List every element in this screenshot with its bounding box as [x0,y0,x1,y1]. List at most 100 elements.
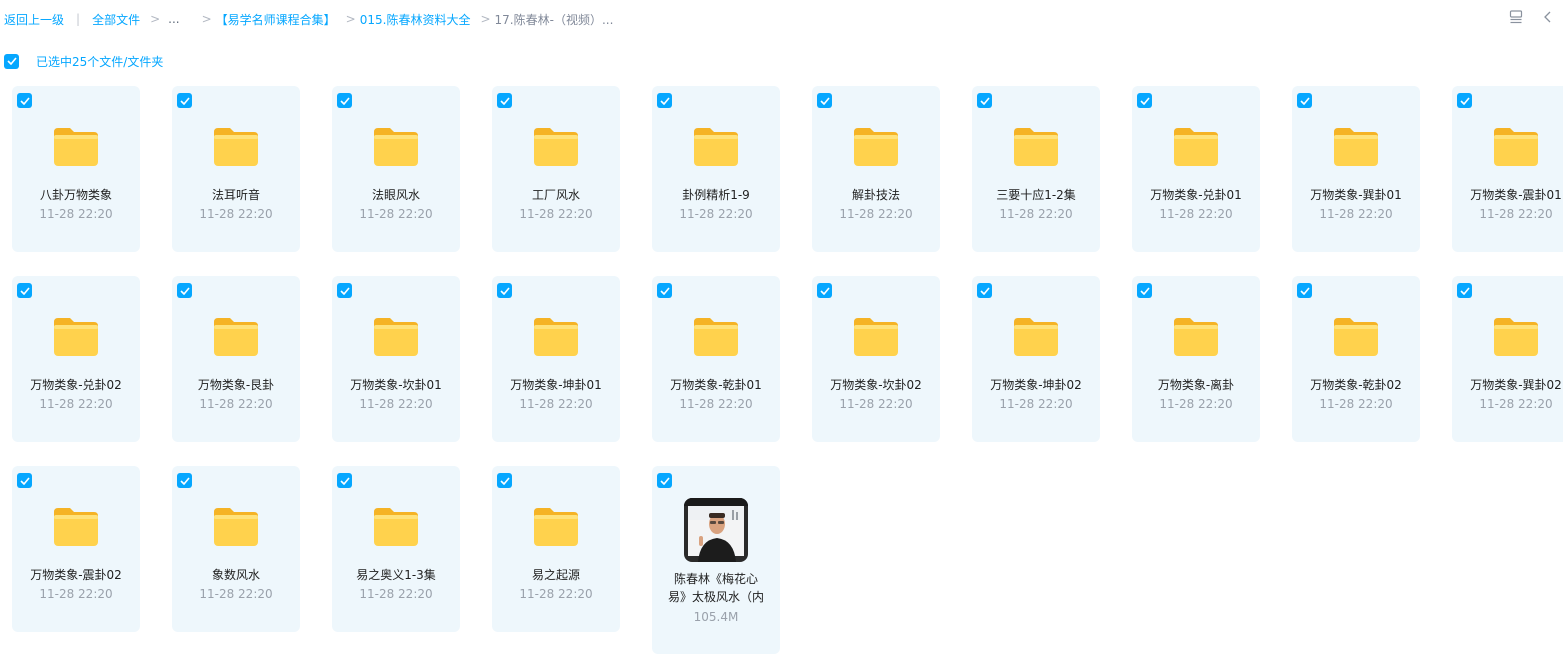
folder-icon [1332,126,1380,168]
collapse-chevron-icon[interactable] [1539,8,1557,26]
item-checkbox[interactable] [497,283,512,298]
item-date: 11-28 22:20 [1479,207,1553,221]
item-checkbox[interactable] [337,473,352,488]
item-name: 八卦万物类象 [39,188,112,202]
folder-tile[interactable]: 万物类象-坤卦02 11-28 22:20 [972,276,1100,442]
item-checkbox[interactable] [497,93,512,108]
item-checkbox[interactable] [657,93,672,108]
folder-tile[interactable]: 万物类象-坎卦02 11-28 22:20 [812,276,940,442]
item-date: 11-28 22:20 [39,207,113,221]
item-name: 卦例精析1-9 [682,188,750,202]
item-name: 万物类象-艮卦 [197,378,275,392]
folder-icon [852,126,900,168]
item-checkbox[interactable] [1297,93,1312,108]
item-size: 105.4M [693,610,739,624]
item-checkbox[interactable] [1457,283,1472,298]
item-checkbox[interactable] [1297,283,1312,298]
folder-tile[interactable]: 万物类象-震卦02 11-28 22:20 [12,466,140,632]
item-checkbox[interactable] [1457,93,1472,108]
folder-tile[interactable]: 万物类象-艮卦 11-28 22:20 [172,276,300,442]
item-date: 11-28 22:20 [519,587,593,601]
folder-tile[interactable]: 万物类象-兑卦01 11-28 22:20 [1132,86,1260,252]
item-checkbox[interactable] [977,93,992,108]
folder-tile[interactable]: 易之起源 11-28 22:20 [492,466,620,632]
item-checkbox[interactable] [177,473,192,488]
item-date: 11-28 22:20 [359,587,433,601]
folder-icon [532,126,580,168]
breadcrumb-item-collection[interactable]: 【易学名师课程合集】 [216,11,336,28]
folder-tile[interactable]: 卦例精析1-9 11-28 22:20 [652,86,780,252]
item-checkbox[interactable] [177,283,192,298]
item-date: 11-28 22:20 [519,397,593,411]
item-name: 万物类象-兑卦01 [1150,188,1242,202]
breadcrumb-all-files[interactable]: 全部文件 [92,11,140,28]
item-checkbox[interactable] [17,473,32,488]
item-name: 万物类象-离卦 [1157,378,1235,392]
item-checkbox[interactable] [657,283,672,298]
folder-tile[interactable]: 解卦技法 11-28 22:20 [812,86,940,252]
item-date: 11-28 22:20 [1319,207,1393,221]
breadcrumb-divider: | [76,12,81,26]
item-checkbox[interactable] [497,473,512,488]
folder-tile[interactable]: 八卦万物类象 11-28 22:20 [12,86,140,252]
item-name: 象数风水 [211,568,260,582]
folder-icon [1012,316,1060,358]
folder-tile[interactable]: 万物类象-巽卦02 11-28 22:20 [1452,276,1563,442]
item-checkbox[interactable] [17,283,32,298]
folder-tile[interactable]: 万物类象-兑卦02 11-28 22:20 [12,276,140,442]
folder-tile[interactable]: 万物类象-震卦01 11-28 22:20 [1452,86,1563,252]
item-name: 万物类象-坤卦01 [510,378,602,392]
item-date: 11-28 22:20 [39,397,113,411]
folder-icon [1332,316,1380,358]
folder-tile[interactable]: 法耳听音 11-28 22:20 [172,86,300,252]
item-date: 11-28 22:20 [1479,397,1553,411]
folder-tile[interactable]: 工厂风水 11-28 22:20 [492,86,620,252]
folder-tile[interactable]: 易之奥义1-3集 11-28 22:20 [332,466,460,632]
folder-tile[interactable]: 三要十应1-2集 11-28 22:20 [972,86,1100,252]
item-name: 陈春林《梅花心易》太极风水（内 [667,572,764,604]
item-name: 万物类象-坎卦02 [830,378,922,392]
video-thumbnail [684,498,748,562]
item-checkbox[interactable] [657,473,672,488]
breadcrumb-current: 17.陈春林-（视频）... [494,12,614,27]
folder-tile[interactable]: 法眼风水 11-28 22:20 [332,86,460,252]
back-link[interactable]: 返回上一级 [4,11,64,28]
view-mode-icon[interactable] [1507,8,1525,26]
folder-icon [372,126,420,168]
breadcrumb-separator: > [201,12,212,26]
folder-icon [52,126,100,168]
item-checkbox[interactable] [177,93,192,108]
folder-tile[interactable]: 万物类象-乾卦02 11-28 22:20 [1292,276,1420,442]
breadcrumb-ellipsis[interactable]: ... [168,12,179,26]
folder-tile[interactable]: 万物类象-坤卦01 11-28 22:20 [492,276,620,442]
item-date: 11-28 22:20 [199,397,273,411]
breadcrumb-separator: > [480,12,491,26]
item-checkbox[interactable] [977,283,992,298]
video-file-tile[interactable]: 陈春林《梅花心易》太极风水（内 105.4M [652,466,780,654]
folder-tile[interactable]: 万物类象-坎卦01 11-28 22:20 [332,276,460,442]
select-all-checkbox[interactable] [4,53,19,69]
item-date: 11-28 22:20 [39,587,113,601]
folder-tile[interactable]: 象数风水 11-28 22:20 [172,466,300,632]
folder-icon [52,506,100,548]
item-date: 11-28 22:20 [359,207,433,221]
item-name: 万物类象-兑卦02 [30,378,122,392]
item-checkbox[interactable] [1137,283,1152,298]
item-checkbox[interactable] [337,283,352,298]
item-name: 万物类象-巽卦02 [1470,378,1562,392]
item-checkbox[interactable] [1137,93,1152,108]
item-checkbox[interactable] [337,93,352,108]
breadcrumb-separator: > [345,12,356,26]
folder-icon [532,316,580,358]
breadcrumb-item-chenchunlin[interactable]: 015.陈春林资料大全 [360,11,471,28]
folder-icon [1492,316,1540,358]
folder-icon [692,126,740,168]
item-checkbox[interactable] [17,93,32,108]
item-checkbox[interactable] [817,93,832,108]
item-checkbox[interactable] [817,283,832,298]
folder-tile[interactable]: 万物类象-巽卦01 11-28 22:20 [1292,86,1420,252]
item-name: 万物类象-乾卦02 [1310,378,1402,392]
folder-tile[interactable]: 万物类象-离卦 11-28 22:20 [1132,276,1260,442]
item-date: 11-28 22:20 [679,207,753,221]
folder-tile[interactable]: 万物类象-乾卦01 11-28 22:20 [652,276,780,442]
